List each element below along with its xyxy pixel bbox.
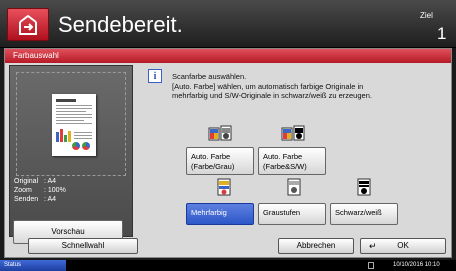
info-send-size: Senden: A4: [14, 196, 57, 203]
auto-color-gray-icon: [208, 125, 232, 141]
cancel-button[interactable]: Abbrechen: [278, 238, 354, 254]
ok-button[interactable]: ↵ OK: [360, 238, 446, 254]
full-color-icon: [217, 178, 231, 196]
status-button[interactable]: Status: [0, 260, 66, 271]
status-bar: Status 10/10/2016 10:10: [0, 260, 456, 271]
black-white-icon: [357, 178, 371, 196]
auto-color-bw-button[interactable]: Auto. Farbe (Farbe&S/W): [258, 147, 326, 175]
job-indicator-icon: [368, 262, 374, 269]
instruction-text: Scanfarbe auswählen. [Auto. Farbe] wähle…: [172, 72, 372, 100]
enter-icon: ↵: [369, 241, 377, 251]
grayscale-icon: [287, 178, 301, 196]
tab-color-selection: Farbauswahl: [5, 49, 451, 63]
full-color-button[interactable]: Mehrfarbig: [186, 203, 254, 225]
info-original: Original: A4: [14, 178, 57, 185]
grayscale-button[interactable]: Graustufen: [258, 203, 326, 225]
home-button[interactable]: [7, 8, 49, 41]
auto-color-bw-icon: [281, 125, 305, 141]
info-icon: i: [148, 69, 162, 83]
header-bar: Sendebereit. Ziel 1: [0, 0, 456, 48]
info-zoom: Zoom: 100%: [14, 187, 66, 194]
quick-setup-button[interactable]: Schnellwahl: [28, 238, 138, 254]
auto-color-gray-button[interactable]: Auto. Farbe (Farbe/Grau): [186, 147, 254, 175]
destination-label: Ziel: [420, 11, 433, 20]
destination-count: 1: [437, 24, 447, 43]
page-title: Sendebereit.: [58, 12, 183, 37]
status-datetime: 10/10/2016 10:10: [393, 262, 440, 268]
black-white-button[interactable]: Schwarz/weiß: [330, 203, 398, 225]
document-thumbnail: [52, 94, 96, 156]
preview-pane: Original: A4 Zoom: 100% Senden: A4: [9, 65, 133, 237]
home-icon: [19, 14, 37, 35]
